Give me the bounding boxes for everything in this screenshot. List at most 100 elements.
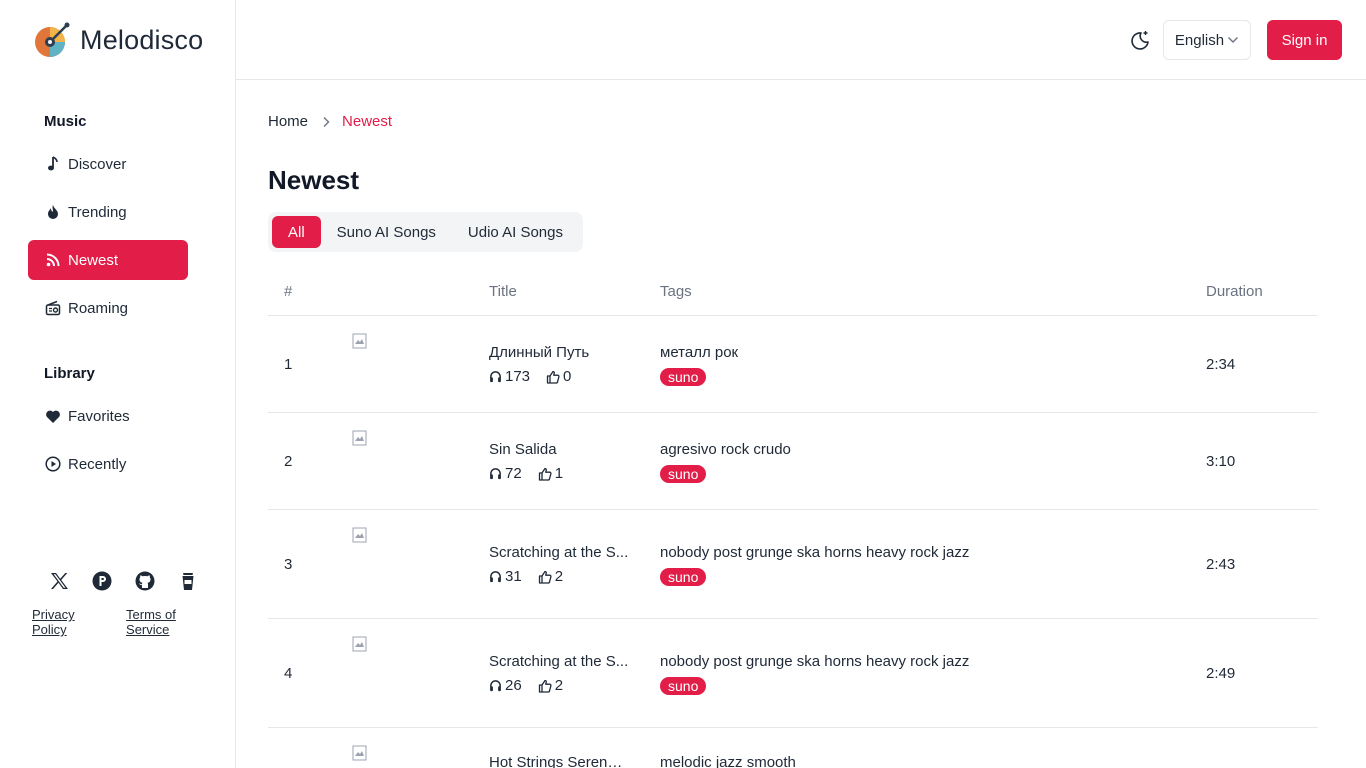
song-title[interactable]: Sin Salida — [489, 441, 557, 458]
sidebar-item-label: Discover — [68, 155, 127, 173]
heart-icon — [44, 407, 62, 425]
headphones-icon — [490, 371, 501, 383]
broken-image-icon — [352, 527, 367, 543]
section-title-library: Library — [44, 365, 95, 382]
table-row[interactable]: 1 Длинный Путь 173 0 металл рок suno 2:3… — [268, 316, 1318, 413]
x-icon[interactable] — [48, 570, 70, 592]
sidebar-item-label: Roaming — [68, 299, 129, 317]
song-title[interactable]: Длинный Путь — [489, 344, 589, 361]
sidebar-item-recently[interactable]: Recently — [28, 444, 188, 484]
row-number: 2 — [284, 453, 293, 470]
language-select[interactable]: English — [1163, 20, 1251, 60]
column-header-title: Title — [489, 283, 517, 300]
play-circle-icon — [44, 455, 62, 473]
row-number: 3 — [284, 556, 293, 573]
play-count: 26 — [505, 677, 522, 694]
sidebar-item-label: Newest — [68, 251, 119, 269]
table-row[interactable]: 4 Scratching at the S... 26 2 nobody pos… — [268, 619, 1318, 728]
song-title[interactable]: Scratching at the S... — [489, 653, 628, 670]
tab-suno-ai-songs[interactable]: Suno AI Songs — [321, 216, 452, 248]
song-stats: 31 2 — [489, 568, 579, 585]
legal-links: Privacy Policy Terms of Service — [32, 607, 235, 637]
sidebar-item-label: Trending — [68, 203, 127, 221]
github-icon[interactable] — [134, 570, 156, 592]
table-row[interactable]: 2 Sin Salida 72 1 agresivo rock crudo su… — [268, 413, 1318, 510]
broken-image-icon — [352, 745, 367, 761]
song-duration: 2:49 — [1206, 665, 1236, 682]
breadcrumb-current: Newest — [342, 113, 393, 130]
product-hunt-icon[interactable] — [91, 570, 113, 592]
sidebar-item-label: Recently — [68, 455, 127, 473]
song-duration: 3:10 — [1206, 453, 1236, 470]
section-title-music: Music — [44, 113, 87, 130]
theme-toggle-button[interactable] — [1128, 28, 1152, 52]
chevron-down-icon — [1228, 37, 1239, 43]
row-number: 4 — [284, 665, 293, 682]
thumbs-up-icon — [546, 370, 560, 384]
song-tags: melodic jazz smooth — [660, 754, 796, 768]
song-duration: 2:43 — [1206, 556, 1236, 573]
breadcrumb: Home Newest — [268, 113, 392, 130]
sidebar: Melodisco Music Discover Trending Newest… — [0, 0, 236, 768]
column-header-tags: Tags — [660, 283, 692, 300]
headphones-icon — [490, 468, 501, 480]
language-label: English — [1174, 31, 1225, 49]
songs-table: # Title Tags Duration 1 Длинный Путь 173… — [268, 268, 1318, 768]
row-number: 1 — [284, 356, 293, 373]
table-row[interactable]: 3 Scratching at the S... 31 2 nobody pos… — [268, 510, 1318, 619]
like-count: 1 — [554, 465, 564, 482]
page-title: Newest — [268, 165, 360, 195]
song-tags: nobody post grunge ska horns heavy rock … — [660, 544, 970, 561]
sidebar-item-roaming[interactable]: Roaming — [28, 288, 188, 328]
column-header-number: # — [284, 283, 293, 300]
headphones-icon — [490, 680, 501, 692]
play-count: 31 — [505, 568, 522, 585]
breadcrumb-home[interactable]: Home — [268, 113, 308, 130]
coffee-icon[interactable] — [177, 570, 199, 592]
privacy-policy-link[interactable]: Privacy Policy — [32, 607, 108, 637]
sidebar-item-favorites[interactable]: Favorites — [28, 396, 188, 436]
sidebar-item-newest[interactable]: Newest — [28, 240, 188, 280]
sign-in-button[interactable]: Sign in — [1267, 20, 1342, 60]
column-header-duration: Duration — [1206, 283, 1263, 300]
like-count: 0 — [563, 368, 572, 385]
source-tabs: All Suno AI Songs Udio AI Songs — [268, 212, 583, 252]
rss-icon — [44, 251, 62, 269]
thumbs-up-icon — [538, 570, 552, 584]
song-tags: agresivo rock crudo — [660, 441, 791, 458]
source-badge: suno — [660, 368, 707, 386]
table-row[interactable]: Hot Strings Serenade melodic jazz smooth — [268, 728, 1318, 768]
brand-name: Melodisco — [80, 24, 204, 55]
source-badge: suno — [660, 568, 707, 586]
song-stats: 26 2 — [489, 677, 579, 694]
song-tags: nobody post grunge ska horns heavy rock … — [660, 653, 970, 670]
song-title[interactable]: Scratching at the S... — [489, 544, 628, 561]
radio-icon — [44, 299, 62, 317]
song-duration: 2:34 — [1206, 356, 1236, 373]
sidebar-item-discover[interactable]: Discover — [28, 144, 188, 184]
music-note-icon — [44, 155, 62, 173]
moon-sparkle-icon — [1131, 31, 1149, 50]
song-title[interactable]: Hot Strings Serenade — [489, 754, 629, 768]
tab-all[interactable]: All — [272, 216, 321, 248]
broken-image-icon — [352, 636, 367, 652]
like-count: 2 — [554, 677, 564, 694]
logo[interactable]: Melodisco — [32, 22, 203, 58]
thumbs-up-icon — [538, 679, 552, 693]
tab-udio-ai-songs[interactable]: Udio AI Songs — [452, 216, 579, 248]
terms-of-service-link[interactable]: Terms of Service — [126, 607, 217, 637]
like-count: 2 — [554, 568, 564, 585]
headphones-icon — [490, 571, 501, 583]
top-header: English Sign in — [236, 0, 1366, 80]
song-stats: 173 0 — [489, 368, 587, 385]
source-badge: suno — [660, 465, 707, 483]
table-header: # Title Tags Duration — [268, 268, 1318, 316]
sidebar-item-trending[interactable]: Trending — [28, 192, 188, 232]
social-links — [48, 570, 220, 592]
song-tags: металл рок — [660, 344, 739, 361]
sidebar-item-label: Favorites — [68, 407, 130, 425]
play-count: 173 — [505, 368, 531, 385]
broken-image-icon — [352, 333, 367, 349]
flame-icon — [44, 203, 62, 221]
chevron-right-icon — [322, 116, 330, 128]
